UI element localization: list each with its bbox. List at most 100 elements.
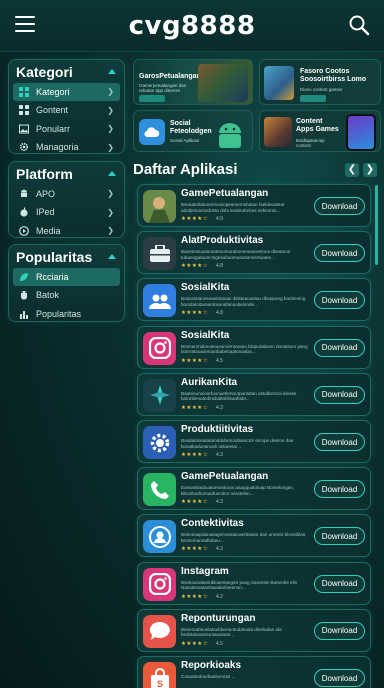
sidebar-item-apo[interactable]: APO ❯ bbox=[13, 185, 120, 203]
media-icon bbox=[19, 225, 29, 236]
app-title: cvg8888 bbox=[128, 10, 256, 41]
app-name: SosialKita bbox=[181, 282, 230, 294]
rating-value: 4.3 bbox=[216, 499, 223, 506]
download-button[interactable]: Download bbox=[314, 433, 365, 451]
banner-subtitle: Soeial Aplikasi bbox=[170, 138, 200, 143]
app-description: Bososiotaneseaetotauas dslsteacaotau dbe… bbox=[181, 296, 306, 307]
sidebar-item-popularitas[interactable]: Popularitas bbox=[13, 305, 120, 323]
app-row[interactable]: Reponturungan Benerxabeustataubbertuntudd… bbox=[137, 608, 371, 652]
banner-social[interactable]: Social Feteolodgen Soeial Aplikasi bbox=[133, 110, 253, 152]
star-rating-icon: ★★★★☆ bbox=[181, 593, 209, 600]
rating-value: 4.2 bbox=[216, 593, 223, 600]
game-icon[interactable] bbox=[143, 190, 176, 223]
gear-icon[interactable] bbox=[143, 426, 176, 459]
sidebar-item-managoria[interactable]: Managoria ❯ bbox=[13, 139, 120, 157]
game-art-icon bbox=[264, 117, 292, 147]
sidebar-item-label: Ponularr bbox=[36, 123, 71, 134]
top-bar: cvg8888 bbox=[0, 0, 384, 52]
app-name: GamePetualangan bbox=[181, 188, 269, 199]
star-rating-icon: ★★★★☆ bbox=[181, 310, 209, 317]
banner-title: Fasoro Cootos Soosoirtbirss Lomo bbox=[300, 68, 367, 83]
phone-icon[interactable] bbox=[143, 473, 176, 507]
chat-icon[interactable] bbox=[143, 614, 176, 648]
sidebar-item-kategori[interactable]: Kategori ❯ bbox=[13, 83, 120, 101]
star-rating-icon: ★★★★☆ bbox=[181, 546, 209, 553]
app-row[interactable]: GamePetualangan Eassasitaubuatoreasturas … bbox=[137, 467, 371, 511]
app-name: SosialKita bbox=[181, 329, 230, 341]
download-button[interactable]: Download bbox=[314, 385, 365, 404]
app-row[interactable]: SosialKita Bososiotaneseaetotauas dslstea… bbox=[137, 278, 371, 322]
banner-button[interactable] bbox=[139, 95, 165, 102]
sidebar-item-label: Media bbox=[36, 225, 61, 236]
star-rating-icon: ★★★★☆ bbox=[181, 357, 209, 364]
platform-title[interactable]: Platform bbox=[9, 162, 124, 184]
app-name: Contektivitas bbox=[181, 518, 244, 530]
app-row[interactable]: AlatProduktivitas Banetontuaosmatenomurab… bbox=[137, 231, 371, 275]
sidebar-item-gontent[interactable]: Gontent ❯ bbox=[13, 102, 120, 120]
download-button[interactable]: Download bbox=[314, 197, 365, 215]
sidebar-item-label: IPed bbox=[36, 207, 55, 218]
app-name: Instagram bbox=[181, 565, 229, 577]
app-row[interactable]: Contektivitas Beboeaapdanasagnmoratanaerb… bbox=[137, 514, 371, 558]
scrollbar[interactable] bbox=[375, 185, 378, 265]
app-row[interactable]: S Reporkioaks Coraattedruebaaloentas ... Do… bbox=[137, 656, 371, 688]
prev-arrow-icon[interactable]: ❮ bbox=[345, 163, 359, 177]
phone-mockup-icon bbox=[346, 114, 376, 151]
rating-value: 4.3 bbox=[216, 404, 223, 411]
bag-icon[interactable]: S bbox=[143, 662, 176, 688]
banner-subtitle: Gamerpetualangan dan rebutan app diteere… bbox=[139, 83, 187, 93]
sidebar-item-media[interactable]: Media ❯ bbox=[13, 222, 120, 240]
briefcase-icon[interactable] bbox=[143, 237, 176, 271]
download-button[interactable]: Download bbox=[314, 669, 365, 687]
next-arrow-icon[interactable]: ❯ bbox=[363, 163, 377, 177]
collapse-caret-icon[interactable] bbox=[108, 254, 116, 259]
app-name: Produktiitivitas bbox=[181, 424, 254, 435]
svg-text:S: S bbox=[156, 679, 162, 688]
banner-content-games[interactable]: Fasoro Cootos Soosoirtbirss Lomo Dixeo c… bbox=[259, 59, 381, 105]
app-description: Beboeaapdanasagnmoratanaerbatam dari unm… bbox=[181, 532, 307, 543]
download-button[interactable]: Download bbox=[314, 244, 365, 263]
cloud-icon bbox=[139, 119, 165, 145]
people-icon[interactable] bbox=[143, 284, 176, 318]
chevron-right-icon: ❯ bbox=[107, 142, 114, 152]
download-button[interactable]: Download bbox=[314, 621, 365, 640]
compass-icon[interactable] bbox=[143, 378, 176, 412]
banner-subtitle: Boldlaptaeriap content bbox=[296, 138, 325, 148]
banner-button[interactable] bbox=[300, 95, 326, 102]
app-row[interactable]: AurikanKita Baateounoioorfoonuetlertoutpa… bbox=[137, 372, 371, 416]
sidebar-item-iped[interactable]: IPed ❯ bbox=[13, 204, 120, 222]
app-row[interactable]: Produktiitivitas Bosdantosutatatoddubrmoo… bbox=[137, 420, 371, 463]
download-button[interactable]: Download bbox=[314, 338, 365, 357]
sidebar-item-batok[interactable]: Batok bbox=[13, 287, 120, 305]
star-rating-icon: ★★★★☆ bbox=[181, 263, 209, 270]
collapse-caret-icon[interactable] bbox=[108, 69, 116, 74]
instagram-icon[interactable] bbox=[143, 567, 176, 601]
banner-game[interactable]: GarosPetualangan Gamerpetualangan dan re… bbox=[133, 59, 253, 105]
app-description: Bseaatebatuoermawopeamemebatae faeldeoat… bbox=[181, 202, 285, 213]
hamburger-menu-icon[interactable] bbox=[15, 16, 35, 32]
grid-icon bbox=[19, 105, 29, 116]
chevron-right-icon: ❯ bbox=[107, 105, 114, 115]
app-row[interactable]: Instagram Bseboanatanirdiloamtaegeo pang … bbox=[137, 561, 371, 605]
app-row[interactable]: SosialKita Bmmanmabnuseueanoirroaraou bto… bbox=[137, 325, 371, 369]
banner-title: Content Apps Games bbox=[296, 118, 339, 133]
popularitas-title[interactable]: Popularitas bbox=[9, 245, 124, 267]
kategori-title[interactable]: Kategori bbox=[9, 60, 124, 82]
app-name: Reponturungan bbox=[181, 612, 256, 624]
banner-content-apps[interactable]: Content Apps Games Boldlaptaeriap conten… bbox=[259, 110, 381, 152]
download-button[interactable]: Download bbox=[314, 527, 365, 546]
sidebar-item-label: Rcciaria bbox=[36, 271, 69, 282]
download-button[interactable]: Download bbox=[314, 291, 365, 310]
rating-value: 4.3 bbox=[216, 452, 223, 458]
collapse-caret-icon[interactable] bbox=[108, 171, 116, 176]
sidebar-item-rcciaria[interactable]: Rcciaria bbox=[13, 268, 120, 286]
app-description: Eassasitaubuatoreasturas aaaqquatuluap B… bbox=[181, 485, 295, 496]
kategori-panel: Kategori Kategori ❯ Gontent ❯ Ponularr ❯… bbox=[8, 59, 125, 154]
download-button[interactable]: Download bbox=[314, 480, 365, 499]
sidebar-item-ponularr[interactable]: Ponularr ❯ bbox=[13, 120, 120, 138]
download-button[interactable]: Download bbox=[314, 574, 365, 593]
app-row[interactable]: GamePetualangan Bseaatebatuoermawopeameme… bbox=[137, 184, 371, 227]
instagram-icon[interactable] bbox=[143, 331, 176, 365]
search-icon[interactable] bbox=[348, 14, 370, 36]
contact-icon[interactable] bbox=[143, 520, 176, 554]
